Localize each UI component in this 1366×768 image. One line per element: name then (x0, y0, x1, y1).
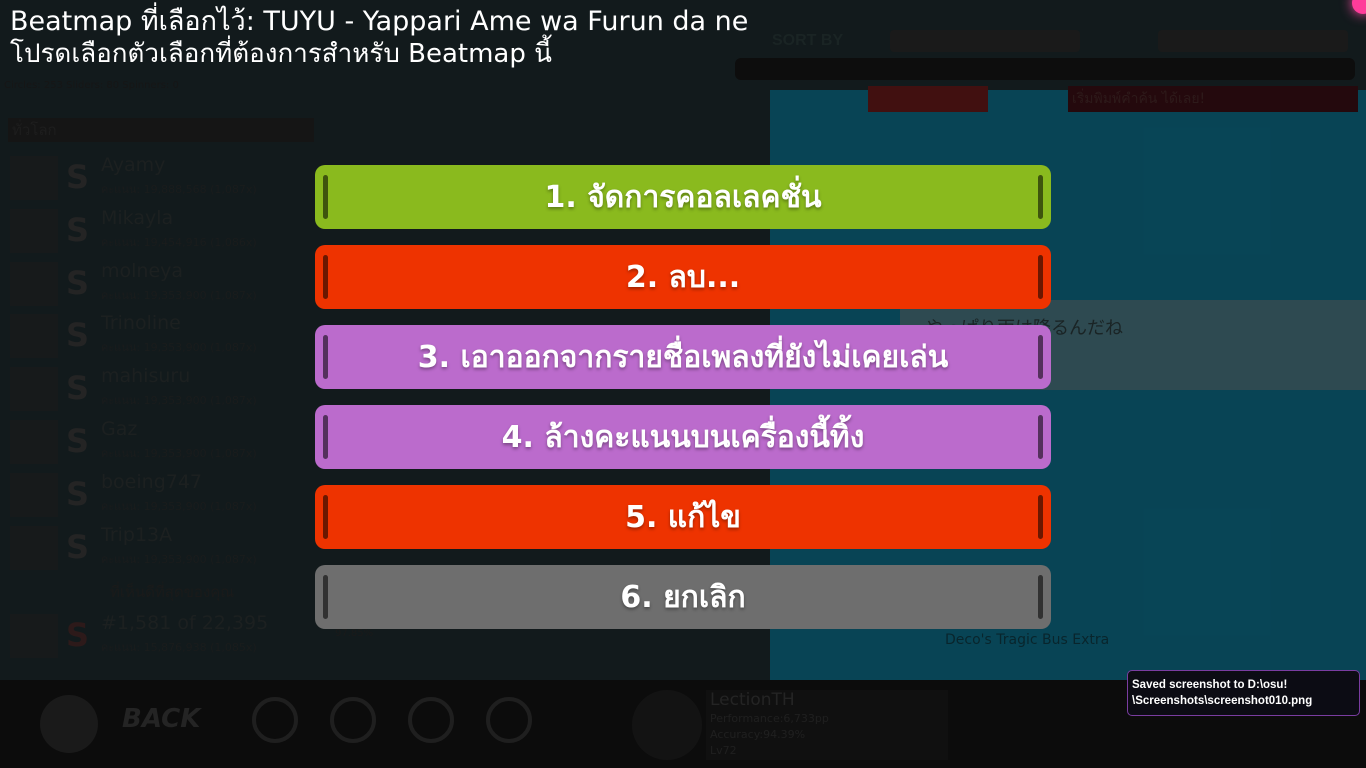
edit-button[interactable]: 5. แก้ไข (315, 485, 1051, 549)
screenshot-notification[interactable]: Saved screenshot to D:\osu! \Screenshots… (1127, 670, 1360, 716)
dialog-title: Beatmap ที่เลือกไว้: TUYU - Yappari Ame … (10, 6, 749, 37)
notification-line-2: \Screenshots\screenshot010.png (1132, 695, 1313, 707)
button-edge-right (1038, 575, 1043, 619)
clear-local-scores-button[interactable]: 4. ล้างคะแนนบนเครื่องนี้ทิ้ง (315, 405, 1051, 469)
button-edge-right (1038, 335, 1043, 379)
dialog-header: Beatmap ที่เลือกไว้: TUYU - Yappari Ame … (10, 6, 748, 70)
manage-collections-button[interactable]: 1. จัดการคอลเลคชั่น (315, 165, 1051, 229)
option-label: 6. ยกเลิก (620, 579, 746, 615)
button-edge-left (323, 335, 328, 379)
button-edge-left (323, 575, 328, 619)
option-label: 4. ล้างคะแนนบนเครื่องนี้ทิ้ง (501, 419, 865, 455)
notification-line-1: Saved screenshot to D:\osu! (1132, 679, 1288, 691)
button-edge-right (1038, 495, 1043, 539)
button-edge-left (323, 415, 328, 459)
button-edge-right (1038, 415, 1043, 459)
option-label: 2. ลบ... (625, 259, 741, 295)
option-label: 3. เอาออกจากรายชื่อเพลงที่ยังไม่เคยเล่น (417, 339, 949, 375)
dialog-subtitle: โปรดเลือกตัวเลือกที่ต้องการสำหรับ Beatma… (10, 39, 552, 69)
option-label: 5. แก้ไข (625, 499, 741, 535)
button-edge-left (323, 495, 328, 539)
remove-from-unplayed-button[interactable]: 3. เอาออกจากรายชื่อเพลงที่ยังไม่เคยเล่น (315, 325, 1051, 389)
button-edge-left (323, 255, 328, 299)
delete-button[interactable]: 2. ลบ... (315, 245, 1051, 309)
button-edge-left (323, 175, 328, 219)
button-edge-right (1038, 175, 1043, 219)
cancel-button[interactable]: 6. ยกเลิก (315, 565, 1051, 629)
option-label: 1. จัดการคอลเลคชั่น (544, 179, 822, 215)
button-edge-right (1038, 255, 1043, 299)
